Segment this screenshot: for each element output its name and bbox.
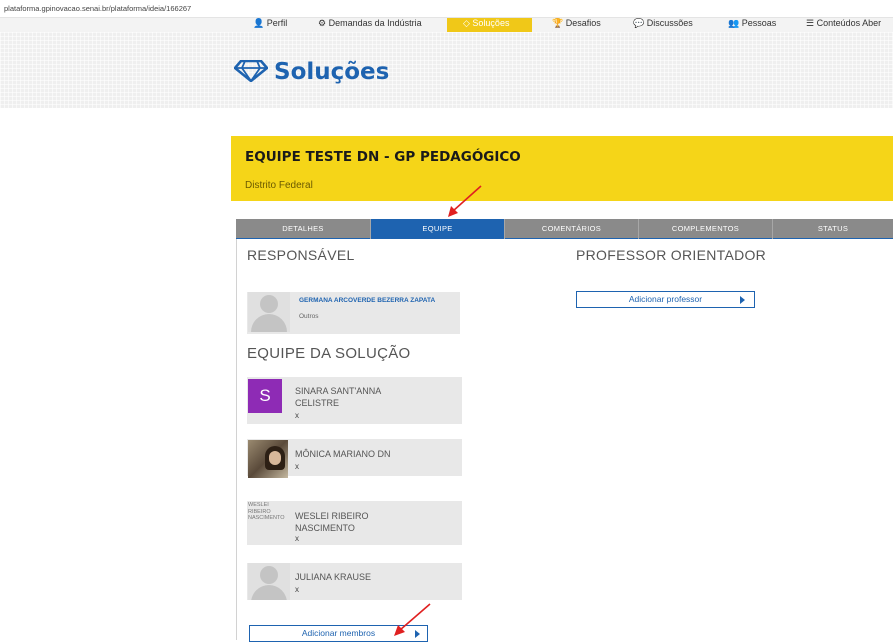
annotation-arrow-icon (448, 185, 482, 217)
avatar (248, 440, 288, 478)
tab-equipe[interactable]: EQUIPE (371, 219, 505, 239)
page-banner (0, 32, 893, 108)
top-navigation: 👤 Perfil ⚙ Demandas da Indústria ◇ Soluç… (0, 18, 893, 32)
orientador-heading: PROFESSOR ORIENTADOR (576, 247, 767, 263)
responsavel-role: Outros (299, 313, 319, 320)
nav-item-discussoes[interactable]: 💬 Discussões (633, 18, 693, 32)
responsavel-name[interactable]: GERMANA ARCOVERDE BEZERRA ZAPATA (299, 297, 449, 304)
equipe-heading: EQUIPE DA SOLUÇÃO (247, 345, 411, 362)
member-card: S SINARA SANT'ANNA CELISTRE x (247, 377, 462, 424)
responsavel-card: GERMANA ARCOVERDE BEZERRA ZAPATA Outros (247, 292, 460, 334)
member-name: WESLEI RIBEIRO NASCIMENTO (295, 511, 369, 533)
tab-status[interactable]: STATUS (773, 219, 893, 239)
nav-item-conteudos[interactable]: ☰ Conteúdos Aber (806, 18, 881, 32)
nav-item-perfil[interactable]: 👤 Perfil (253, 18, 287, 32)
remove-member-button[interactable]: x (295, 534, 299, 543)
tab-bar: DETALHES EQUIPE COMENTÁRIOS COMPLEMENTOS… (236, 219, 893, 239)
avatar: S (248, 379, 282, 413)
broken-image-icon: WESLEI RIBEIRO NASCIMENTO (248, 502, 285, 521)
nav-item-pessoas[interactable]: 👥 Pessoas (728, 18, 776, 32)
nav-item-desafios[interactable]: 🏆 Desafios (552, 18, 601, 32)
tab-complementos[interactable]: COMPLEMENTOS (639, 219, 773, 239)
team-region: Distrito Federal (245, 180, 313, 191)
nav-item-solucoes[interactable]: ◇ Soluções (447, 18, 532, 32)
member-name: SINARA SANT'ANNA CELISTRE (295, 386, 381, 408)
nav-item-demandas[interactable]: ⚙ Demandas da Indústria (318, 18, 422, 32)
add-professor-button[interactable]: Adicionar professor (576, 291, 755, 308)
member-card: MÔNICA MARIANO DN x (247, 439, 462, 478)
member-card: JULIANA KRAUSE x (247, 563, 462, 600)
diamond-icon (234, 60, 268, 82)
responsavel-heading: RESPONSÁVEL (247, 247, 355, 263)
address-bar[interactable]: plataforma.gpinovacao.senai.br/plataform… (0, 0, 893, 18)
remove-member-button[interactable]: x (295, 411, 299, 420)
avatar (248, 292, 290, 332)
team-title: EQUIPE TESTE DN - GP PEDAGÓGICO (245, 149, 521, 165)
remove-member-button[interactable]: x (295, 585, 299, 594)
team-header (231, 136, 893, 201)
avatar (248, 563, 290, 600)
remove-member-button[interactable]: x (295, 462, 299, 471)
annotation-arrow-icon (394, 603, 431, 636)
tab-comentarios[interactable]: COMENTÁRIOS (505, 219, 639, 239)
team-panel: RESPONSÁVEL PROFESSOR ORIENTADOR GERMANA… (236, 239, 893, 642)
chevron-right-icon (740, 296, 745, 304)
member-name: JULIANA KRAUSE (295, 572, 372, 582)
member-card: WESLEI RIBEIRO NASCIMENTO WESLEI RIBEIRO… (247, 501, 462, 545)
page-title: Soluções (274, 59, 390, 85)
tab-detalhes[interactable]: DETALHES (236, 219, 371, 239)
member-name: MÔNICA MARIANO DN (295, 449, 391, 459)
